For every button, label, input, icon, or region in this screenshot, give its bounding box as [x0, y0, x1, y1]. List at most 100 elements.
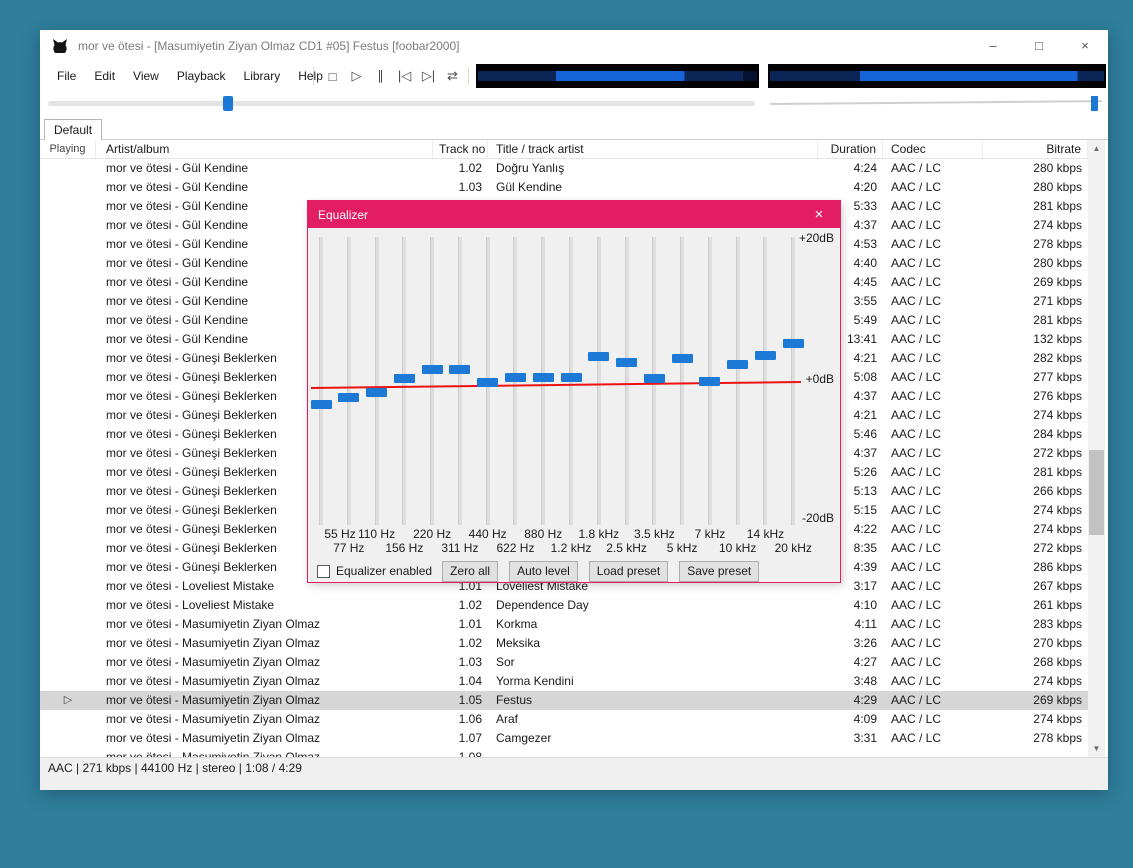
next-button[interactable]: ▷|: [418, 65, 439, 87]
eq-band-track-25kHz[interactable]: [624, 237, 629, 525]
playing-cell: [40, 482, 96, 501]
eq-band-track-311Hz[interactable]: [457, 237, 462, 525]
playlist-row[interactable]: ▷ mor ve ötesi - Masumiyetin Ziyan Olmaz 1…: [40, 691, 1088, 710]
eq-band-thumb-156Hz[interactable]: [393, 373, 415, 383]
eq-band-thumb-880Hz[interactable]: [532, 373, 554, 383]
volume-slider[interactable]: [769, 100, 1102, 105]
column-header-title[interactable]: Title / track artist: [488, 140, 818, 158]
eq-band-thumb-311Hz[interactable]: [449, 365, 471, 375]
random-button[interactable]: ⇄: [442, 65, 463, 87]
close-button[interactable]: ×: [1062, 30, 1108, 61]
window-title: mor ve ötesi - [Masumiyetin Ziyan Olmaz …: [78, 39, 460, 53]
maximize-button[interactable]: □: [1016, 30, 1062, 61]
eq-band-thumb-220Hz[interactable]: [421, 364, 443, 374]
artist-cell: mor ve ötesi - Masumiyetin Ziyan Olmaz: [106, 617, 321, 631]
playlist-row[interactable]: mor ve ötesi - Masumiyetin Ziyan Olmaz 1.…: [40, 634, 1088, 653]
spectrum-bar-left: [478, 71, 757, 81]
eq-band-thumb-622Hz[interactable]: [504, 373, 526, 383]
duration-cell: 3:31: [853, 731, 877, 745]
playlist-row[interactable]: mor ve ötesi - Masumiyetin Ziyan Olmaz 1.…: [40, 748, 1088, 757]
eq-band-thumb-110Hz[interactable]: [366, 387, 388, 397]
playlist-row[interactable]: mor ve ötesi - Masumiyetin Ziyan Olmaz 1.…: [40, 710, 1088, 729]
eq-band-label-20kHz: 20 kHz: [774, 541, 812, 555]
previous-button[interactable]: |◁: [394, 65, 415, 87]
spectrum-bar-right: [770, 71, 1104, 81]
eq-band-thumb-440Hz[interactable]: [477, 378, 499, 387]
auto-level-button[interactable]: Auto level: [509, 560, 578, 582]
eq-band-track-77Hz[interactable]: [346, 237, 351, 525]
eq-band-thumb-20kHz[interactable]: [782, 338, 804, 348]
playlist-row[interactable]: mor ve ötesi - Loveliest Mistake 1.02 Depe…: [40, 596, 1088, 615]
codec-cell: AAC / LC: [891, 199, 942, 213]
seekbar[interactable]: [48, 101, 755, 106]
load-preset-button[interactable]: Load preset: [588, 560, 669, 582]
playlist-row[interactable]: mor ve ötesi - Gül Kendine 1.03 Gül Kendin…: [40, 178, 1088, 197]
eq-band-track-18kHz[interactable]: [596, 237, 601, 525]
codec-cell: AAC / LC: [891, 636, 942, 650]
scroll-down-icon[interactable]: ▼: [1088, 740, 1105, 757]
eq-band-thumb-35kHz[interactable]: [643, 373, 665, 383]
bitrate-cell: 278 kbps: [1033, 237, 1082, 251]
playing-cell: [40, 368, 96, 387]
column-header-artist[interactable]: Artist/album: [96, 140, 433, 158]
eq-band-track-110Hz[interactable]: [374, 237, 379, 525]
equalizer-dialog: Equalizer × 55 Hz 77 Hz 110 Hz 156 Hz 220 Hz…: [307, 200, 841, 583]
eq-band-label-622Hz: 622 Hz: [496, 541, 535, 555]
eq-band-thumb-5kHz[interactable]: [671, 354, 693, 364]
eq-band-thumb-18kHz[interactable]: [588, 352, 610, 362]
eq-band-label-77Hz: 77 Hz: [333, 541, 365, 555]
equalizer-titlebar[interactable]: Equalizer ×: [308, 201, 840, 228]
equalizer-close-icon[interactable]: ×: [798, 201, 840, 228]
eq-band-track-220Hz[interactable]: [430, 237, 435, 525]
title-cell: [488, 748, 818, 757]
playlist-row[interactable]: mor ve ötesi - Masumiyetin Ziyan Olmaz 1.…: [40, 653, 1088, 672]
titlebar[interactable]: mor ve ötesi - [Masumiyetin Ziyan Olmaz …: [40, 30, 1108, 62]
eq-band-thumb-14kHz[interactable]: [754, 350, 776, 360]
column-header-playing[interactable]: Playing: [40, 140, 96, 158]
playlist-row[interactable]: mor ve ötesi - Masumiyetin Ziyan Olmaz 1.…: [40, 729, 1088, 748]
play-button[interactable]: ▷: [346, 65, 367, 87]
eq-band-track-5kHz[interactable]: [680, 237, 685, 525]
seekbar-thumb[interactable]: [223, 96, 233, 111]
eq-band-thumb-10kHz[interactable]: [727, 359, 749, 369]
menu-file[interactable]: File: [48, 62, 85, 90]
eq-band-thumb-77Hz[interactable]: [338, 392, 360, 402]
eq-band-label-110Hz: 110 Hz: [357, 527, 396, 541]
scroll-up-icon[interactable]: ▲: [1088, 140, 1105, 157]
bitrate-cell: 261 kbps: [1033, 598, 1082, 612]
column-header-duration[interactable]: Duration: [818, 140, 883, 158]
menu-edit[interactable]: Edit: [85, 62, 124, 90]
title-cell: Festus: [496, 693, 533, 707]
column-header-track[interactable]: Track no: [433, 140, 488, 158]
bitrate-cell: 274 kbps: [1033, 218, 1082, 232]
eq-band-thumb-7kHz[interactable]: [699, 377, 721, 387]
tab-default[interactable]: Default: [44, 119, 103, 140]
zero-all-button[interactable]: Zero all: [442, 560, 499, 582]
playlist-row[interactable]: mor ve ötesi - Masumiyetin Ziyan Olmaz 1.…: [40, 615, 1088, 634]
eq-band-label-156Hz: 156 Hz: [385, 541, 424, 555]
stop-button[interactable]: □: [322, 65, 343, 87]
playlist-row[interactable]: mor ve ötesi - Gül Kendine 1.02 Doğru Yanl…: [40, 159, 1088, 178]
minimize-button[interactable]: –: [970, 30, 1016, 61]
column-header-codec[interactable]: Codec: [883, 140, 983, 158]
menubar: File Edit View Playback Library Help □ ▷ ∥ |◁ ▷| ⇄: [40, 62, 1108, 90]
bitrate-cell: 269 kbps: [1033, 693, 1082, 707]
save-preset-button[interactable]: Save preset: [679, 560, 760, 582]
menu-library[interactable]: Library: [235, 62, 290, 90]
scrollbar-thumb[interactable]: [1089, 450, 1104, 535]
column-header-bitrate[interactable]: Bitrate: [983, 140, 1088, 158]
equalizer-enabled-checkbox[interactable]: [317, 564, 330, 578]
codec-cell: AAC / LC: [891, 503, 942, 517]
eq-band-track-55Hz[interactable]: [319, 237, 323, 525]
codec-cell: AAC / LC: [891, 522, 942, 536]
menu-playback[interactable]: Playback: [168, 62, 235, 90]
vertical-scrollbar[interactable]: ▲ ▼: [1088, 140, 1105, 757]
volume-thumb[interactable]: [1091, 96, 1098, 111]
pause-button[interactable]: ∥: [370, 65, 391, 87]
eq-band-thumb-55Hz[interactable]: [310, 399, 332, 409]
eq-band-label-25kHz: 2.5 kHz: [606, 541, 647, 555]
eq-band-thumb-12kHz[interactable]: [560, 373, 582, 383]
eq-band-thumb-25kHz[interactable]: [616, 357, 638, 367]
playlist-row[interactable]: mor ve ötesi - Masumiyetin Ziyan Olmaz 1.…: [40, 672, 1088, 691]
menu-view[interactable]: View: [124, 62, 168, 90]
